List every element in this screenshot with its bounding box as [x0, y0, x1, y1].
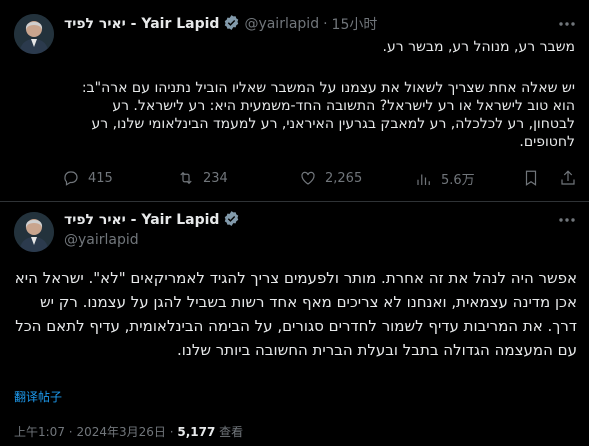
more-icon[interactable] — [557, 212, 577, 228]
tweet-text-body: יש שאלה אחת שצריך לשאול את עצמנו על המשב… — [81, 80, 575, 150]
avatar[interactable] — [14, 14, 54, 54]
separator-dot: · — [169, 425, 174, 439]
reply-count: 415 — [88, 170, 113, 186]
retweet-button[interactable]: 234 — [177, 169, 228, 187]
separator-dot: · — [68, 425, 73, 439]
reply-icon — [64, 171, 78, 186]
views-button[interactable]: 5.6万 — [415, 169, 475, 188]
reply-button[interactable]: 415 — [62, 169, 113, 187]
display-name[interactable]: יאיר לפיד - Yair Lapid — [64, 212, 219, 228]
like-button[interactable]: 2,265 — [299, 169, 362, 187]
handle[interactable]: @yairlapid — [244, 16, 319, 32]
share-icon[interactable] — [559, 169, 577, 191]
retweet-count: 234 — [203, 170, 228, 186]
display-name[interactable]: יאיר לפיד - Yair Lapid — [64, 16, 219, 32]
views-count: 5.6万 — [441, 173, 475, 188]
post-date[interactable]: 2024年3月26日 — [76, 425, 165, 439]
timestamp[interactable]: 15小时 — [332, 14, 378, 34]
more-icon[interactable] — [557, 16, 577, 32]
avatar[interactable] — [14, 212, 54, 252]
divider — [0, 201, 589, 202]
views-icon — [417, 174, 430, 185]
verified-badge-icon — [223, 210, 240, 231]
tweet-text-body: אפשר היה לנהל את זה אחרת. מותר ולפעמים צ… — [14, 269, 577, 359]
like-count: 2,265 — [325, 170, 363, 186]
separator-dot: · — [323, 16, 328, 32]
post-time[interactable]: 上午1:07 — [14, 425, 65, 439]
handle[interactable]: @yairlapid — [64, 232, 139, 248]
retweet-icon — [180, 171, 192, 185]
tweet-meta: 上午1:07 · 2024年3月26日 · 5,177 查看 — [14, 423, 243, 440]
translate-link[interactable]: 翻译帖子 — [14, 388, 62, 405]
like-icon — [301, 171, 315, 185]
tweet-header: יאיר לפיד - Yair Lapid @yairlapid · 15小时 — [64, 14, 377, 34]
tweet-header: יאיר לפיד - Yair Lapid — [64, 210, 240, 230]
bookmark-icon[interactable] — [522, 169, 540, 191]
views-count: 5,177 — [177, 425, 216, 439]
verified-badge-icon — [223, 14, 240, 35]
tweet-text-line1: משבר רע, מנוהל רע, מבשר רע. — [382, 39, 575, 55]
views-label: 查看 — [219, 425, 244, 439]
